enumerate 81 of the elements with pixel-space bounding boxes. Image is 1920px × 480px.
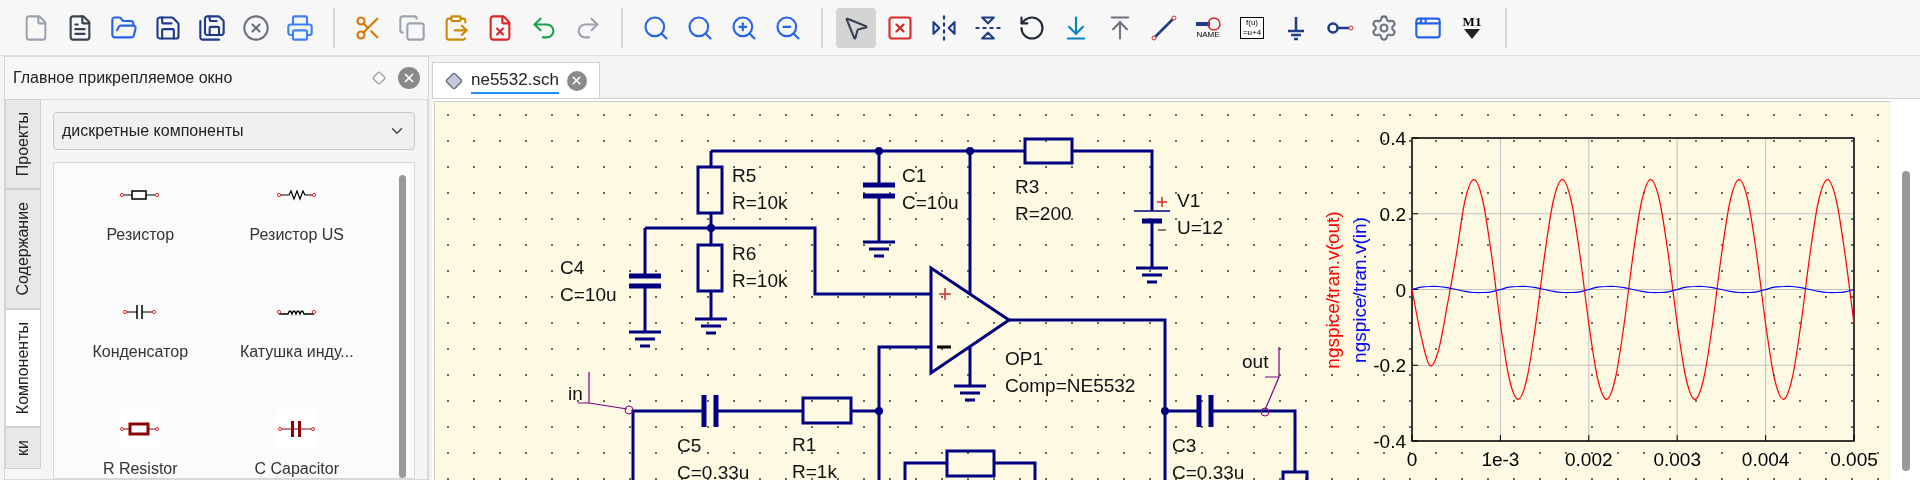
part-name: R3	[1015, 176, 1040, 197]
schematic-file-icon	[445, 71, 463, 90]
crossed-box-icon	[886, 13, 914, 42]
tick-label: 0.004	[1741, 449, 1790, 470]
part-value: U=12	[1177, 217, 1223, 238]
close-tab-icon[interactable]	[566, 70, 587, 91]
part-value: C=10u	[902, 192, 959, 213]
zoom-out-icon	[774, 13, 802, 42]
scrollbar-thumb[interactable]	[1901, 171, 1910, 471]
category-dropdown[interactable]: дискретные компоненты	[53, 112, 415, 150]
part-value: Comp=NE5532	[1005, 375, 1136, 396]
marker-button[interactable]: M1	[1452, 7, 1492, 48]
part-name: V1	[1177, 190, 1201, 211]
component-item[interactable]: Конденсатор	[62, 280, 219, 397]
tick-label: 0.4	[1379, 128, 1406, 149]
part-name: R6	[732, 243, 757, 264]
part-value: C=0.33u	[1172, 462, 1245, 480]
save-all-icon	[198, 13, 226, 42]
tick-label: 0.005	[1830, 449, 1878, 470]
part-name: C5	[677, 435, 702, 456]
tick-label: -0.4	[1373, 431, 1406, 452]
part-name: C1	[902, 165, 927, 186]
save-icon	[154, 13, 182, 42]
flip-horizontal-icon	[930, 13, 958, 42]
port-icon	[1326, 21, 1354, 34]
copy-icon	[398, 13, 426, 42]
tick-label: 0.002	[1565, 449, 1613, 470]
part-name: R1	[792, 434, 817, 455]
net-label: in	[568, 383, 583, 404]
scrollbar-thumb[interactable]	[399, 175, 406, 478]
gear-icon	[1370, 13, 1398, 42]
axis-label: ngspice/tran.v(out)	[1322, 211, 1343, 369]
tick-label: 0	[1395, 279, 1406, 301]
side-tab[interactable]: Компоненты	[5, 308, 41, 427]
wire-icon	[1150, 13, 1178, 42]
close-button[interactable]	[398, 67, 420, 89]
magnifier-icon	[642, 13, 670, 42]
zoom-in-icon	[730, 13, 758, 42]
part-name: R5	[732, 165, 757, 186]
dock-title: Главное прикрепляемое окно	[13, 68, 233, 88]
document-tab[interactable]: ne5532.sch	[432, 62, 600, 98]
component-item[interactable]: Резистор US	[218, 163, 375, 280]
side-tab[interactable]: ки	[5, 426, 41, 469]
printer-icon	[286, 13, 314, 42]
side-tab[interactable]: Проекты	[5, 99, 41, 190]
part-value: R=10k	[732, 192, 788, 213]
part-value: C=0.33u	[677, 462, 750, 480]
part-name: C3	[1172, 435, 1197, 456]
part-value: R=200	[1015, 203, 1072, 224]
triangle-icon	[1462, 28, 1482, 40]
diamond-icon	[372, 71, 386, 85]
tick-label: 0.2	[1379, 203, 1406, 225]
component-item[interactable]: Катушка инду...	[218, 280, 375, 397]
component-item[interactable]: Резистор	[62, 163, 219, 280]
tick-label: 0.003	[1653, 449, 1701, 470]
part-value: R=1k	[792, 461, 837, 480]
side-tab[interactable]: Содержание	[5, 189, 41, 309]
component-item[interactable]: C Capacitor	[218, 397, 375, 480]
close-circle-icon	[242, 13, 270, 42]
component-item[interactable]: R Resistor	[62, 397, 219, 480]
part-value: R=10k	[732, 270, 788, 291]
part-name: OP1	[1005, 348, 1044, 369]
pin-icon	[1194, 16, 1222, 31]
resistor-icon	[120, 187, 161, 203]
close-icon	[402, 71, 416, 85]
axis-label: ngspice/tran.v(in)	[1349, 217, 1370, 363]
float-button[interactable]	[372, 71, 386, 85]
label-button[interactable]: NAME	[1188, 7, 1228, 48]
zigzag-resistor-icon	[276, 187, 317, 203]
part-value: C=10u	[560, 284, 617, 305]
part-name: C4	[560, 257, 585, 278]
capacitor-icon	[123, 304, 158, 320]
tick-label: 1e-3	[1481, 449, 1520, 470]
net-label: out	[1242, 351, 1269, 372]
tick-label: -0.2	[1373, 355, 1406, 377]
tick-label: 0	[1406, 449, 1418, 470]
pointer-button[interactable]	[836, 7, 876, 48]
magnifier-icon	[686, 13, 714, 42]
equation-button[interactable]: f(u) =u+4	[1232, 7, 1272, 48]
rotate-icon	[1018, 13, 1046, 42]
flip-vertical-icon	[974, 13, 1002, 42]
